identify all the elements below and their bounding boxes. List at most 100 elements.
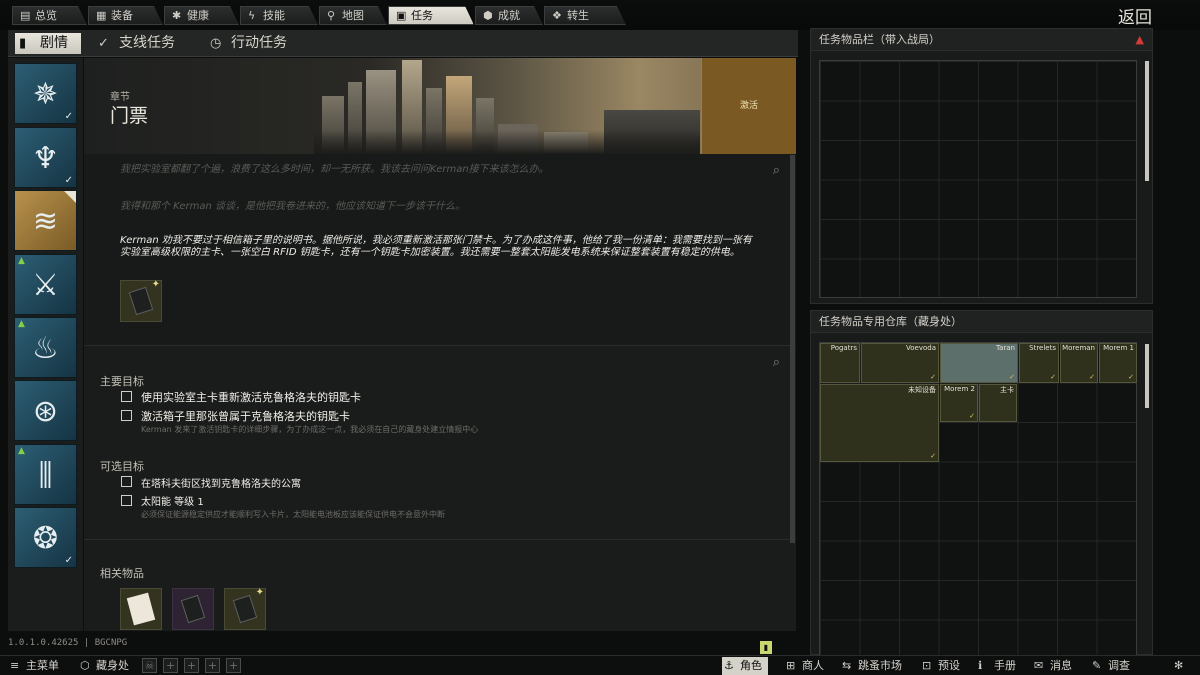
quest-stash-panel: 任务物品专用仓库（藏身处） Pogatrs Voevoda ✓ Taran ✓ St… bbox=[810, 310, 1153, 656]
tab-operation-quests[interactable]: ◷ 行动任务 bbox=[206, 33, 316, 54]
back-button[interactable]: 返回 bbox=[1118, 3, 1152, 28]
stash-item-8[interactable]: Morem 2 ✓ bbox=[940, 384, 978, 422]
flea-market-icon: ⇆ bbox=[842, 659, 852, 672]
quest-items-grid[interactable] bbox=[819, 60, 1137, 298]
activate-button[interactable]: 激活 bbox=[701, 58, 796, 154]
skull-slot[interactable]: ☠ bbox=[142, 658, 157, 673]
check-icon: ✓ bbox=[64, 111, 73, 122]
skull-icon: ☠ bbox=[144, 659, 155, 672]
quest-stash-header: 任务物品专用仓库（藏身处） bbox=[811, 311, 1152, 333]
chapter-5[interactable]: ♨ ▲ bbox=[14, 317, 77, 378]
keycard-icon bbox=[128, 286, 154, 316]
cart-icon: ⊞ bbox=[786, 659, 796, 672]
check-icon: ✓ bbox=[1050, 373, 1056, 381]
traders-button[interactable]: ⊞ 商人 bbox=[784, 657, 824, 675]
magnifier-icon[interactable]: ⌕ bbox=[773, 355, 780, 370]
plus-icon: + bbox=[165, 659, 176, 672]
messages-button[interactable]: ✉ 消息 bbox=[1032, 657, 1072, 675]
tab-gear[interactable]: ▦ 装备 bbox=[88, 6, 163, 25]
objective-checkbox[interactable] bbox=[121, 410, 132, 421]
tab-health[interactable]: ✱ 健康 bbox=[164, 6, 239, 25]
quest-items-header: 任务物品栏（带入战局） bbox=[811, 29, 1152, 51]
gear-icon: ✻ bbox=[1174, 659, 1184, 672]
character-button[interactable]: ⚓ 角色 bbox=[722, 657, 768, 675]
survey-button[interactable]: ✎ 调查 bbox=[1090, 657, 1130, 675]
flea-market-button[interactable]: ⇆ 跳蚤市场 bbox=[840, 657, 902, 675]
map-pin-icon: ⚲ bbox=[327, 9, 336, 22]
description-paragraph-1: 我把实验室都翻了个遍，浪费了这么多时间，却一无所获。我该去问问Kerman接下来… bbox=[120, 164, 549, 175]
menu-icon: ≡ bbox=[10, 659, 20, 672]
optional-objectives-note: 必须保证能源稳定供应才能顺利写入卡片，太阳能电池板应该能保证供电不会意外中断 bbox=[141, 510, 445, 519]
quest-type-tabs: ▮ 剧情 ✓ 支线任务 ◷ 行动任务 bbox=[8, 30, 798, 57]
tab-overview[interactable]: ▤ 总览 bbox=[12, 6, 87, 25]
stash-item-4[interactable]: Strelets ✓ bbox=[1019, 343, 1059, 383]
magnifier-icon[interactable]: ⌕ bbox=[773, 163, 780, 178]
tab-skills[interactable]: ϟ 技能 bbox=[240, 6, 318, 25]
chapter-7[interactable]: ⫼ ▲ bbox=[14, 444, 77, 505]
sparkle-icon: ✦ bbox=[255, 587, 264, 598]
optional-objective-2: 太阳能 等级 1 bbox=[141, 497, 204, 508]
optional-objectives-header: 可选目标 bbox=[100, 460, 144, 473]
presets-button[interactable]: ⊡ 预设 bbox=[920, 657, 960, 675]
stash-item-1[interactable]: Pogatrs bbox=[820, 343, 860, 383]
check-icon: ✓ bbox=[930, 373, 936, 381]
quick-slot-2[interactable]: + bbox=[184, 658, 199, 673]
related-item-note[interactable] bbox=[120, 588, 162, 630]
keycard-item[interactable]: ✦ bbox=[120, 279, 162, 322]
quest-scrollbar[interactable] bbox=[790, 155, 795, 543]
stash-item-2[interactable]: Voevoda ✓ bbox=[861, 343, 939, 383]
clipboard-icon: ▣ bbox=[396, 9, 407, 22]
keycard-icon bbox=[232, 594, 258, 624]
quest-items-panel: 任务物品栏（带入战局） ▲ bbox=[810, 28, 1153, 304]
stash-item-6[interactable]: Morem 1 ✓ bbox=[1099, 343, 1137, 383]
stash-item-9[interactable]: 主卡 bbox=[979, 384, 1017, 422]
tab-map[interactable]: ⚲ 地图 bbox=[319, 6, 387, 25]
chapter-6[interactable]: ⊛ bbox=[14, 380, 77, 441]
quest-description: 我把实验室都翻了个遍，浪费了这么多时间，却一无所获。我该去问问Kerman接下来… bbox=[84, 154, 796, 346]
objective-checkbox[interactable] bbox=[121, 391, 132, 402]
settings-button[interactable]: ✻ bbox=[1172, 657, 1188, 675]
check-icon: ✓ bbox=[64, 555, 73, 566]
version-label: 1.0.1.0.42625 | BGCNPG bbox=[8, 638, 128, 648]
bolt-icon: ϟ bbox=[248, 9, 256, 22]
tab-story[interactable]: ▮ 剧情 bbox=[15, 33, 81, 54]
chapter-1[interactable]: ✵ ✓ bbox=[14, 63, 77, 124]
stash-item-7[interactable]: 未知设备 ✓ bbox=[820, 384, 939, 462]
handbook-button[interactable]: ℹ 手册 bbox=[976, 657, 1016, 675]
alert-icon: ▲ bbox=[18, 319, 25, 329]
quest-stash-scrollbar[interactable] bbox=[1145, 344, 1149, 408]
tab-side-quests[interactable]: ✓ 支线任务 bbox=[94, 33, 194, 54]
top-navigation: ▤ 总览 ▦ 装备 ✱ 健康 ϟ 技能 ⚲ 地图 ▣ 任务 ⬢ 成就 ❖ 转生 返回 bbox=[0, 0, 1200, 30]
quick-slot-4[interactable]: + bbox=[226, 658, 241, 673]
quick-slot-1[interactable]: + bbox=[163, 658, 178, 673]
character-icon: ⚓ bbox=[724, 659, 734, 672]
shirt-icon: ▦ bbox=[96, 9, 107, 22]
main-menu-button[interactable]: ≡ 主菜单 bbox=[8, 657, 59, 675]
related-item-keycard-blank[interactable] bbox=[172, 588, 214, 630]
objective-checkbox[interactable] bbox=[121, 476, 132, 487]
quest-stash-grid[interactable]: Pogatrs Voevoda ✓ Taran ✓ Strelets ✓ Morema… bbox=[819, 342, 1137, 656]
related-item-keycard[interactable]: ✦ bbox=[224, 587, 266, 630]
main-objectives-header: 主要目标 bbox=[100, 375, 144, 388]
hideout-button[interactable]: ⬡ 藏身处 bbox=[78, 657, 129, 675]
plus-icon: + bbox=[186, 659, 197, 672]
hideout-icon: ⬡ bbox=[80, 659, 90, 672]
chapter-8[interactable]: ❂ ✓ bbox=[14, 507, 77, 568]
prestige-icon: ❖ bbox=[552, 9, 562, 22]
objective-checkbox[interactable] bbox=[121, 495, 132, 506]
check-icon: ✓ bbox=[1009, 373, 1015, 381]
tab-achievements[interactable]: ⬢ 成就 bbox=[475, 6, 543, 25]
stash-item-5[interactable]: Moreman ✓ bbox=[1060, 343, 1098, 383]
stash-item-3[interactable]: Taran ✓ bbox=[940, 343, 1018, 383]
chapter-3-active[interactable]: ≋ bbox=[14, 190, 77, 251]
check-icon: ✓ bbox=[64, 175, 73, 186]
quest-items-scrollbar[interactable] bbox=[1145, 61, 1149, 181]
chapter-2[interactable]: ♆ ✓ bbox=[14, 127, 77, 188]
orbit-icon: ⊛ bbox=[32, 394, 59, 429]
quick-slot-3[interactable]: + bbox=[205, 658, 220, 673]
quest-scroll-thumb[interactable] bbox=[790, 155, 795, 543]
tab-tasks[interactable]: ▣ 任务 bbox=[388, 6, 474, 25]
chapter-4[interactable]: ⚔ ▲ bbox=[14, 254, 77, 315]
check-icon: ✓ bbox=[1128, 373, 1134, 381]
tab-prestige[interactable]: ❖ 转生 bbox=[544, 6, 626, 25]
